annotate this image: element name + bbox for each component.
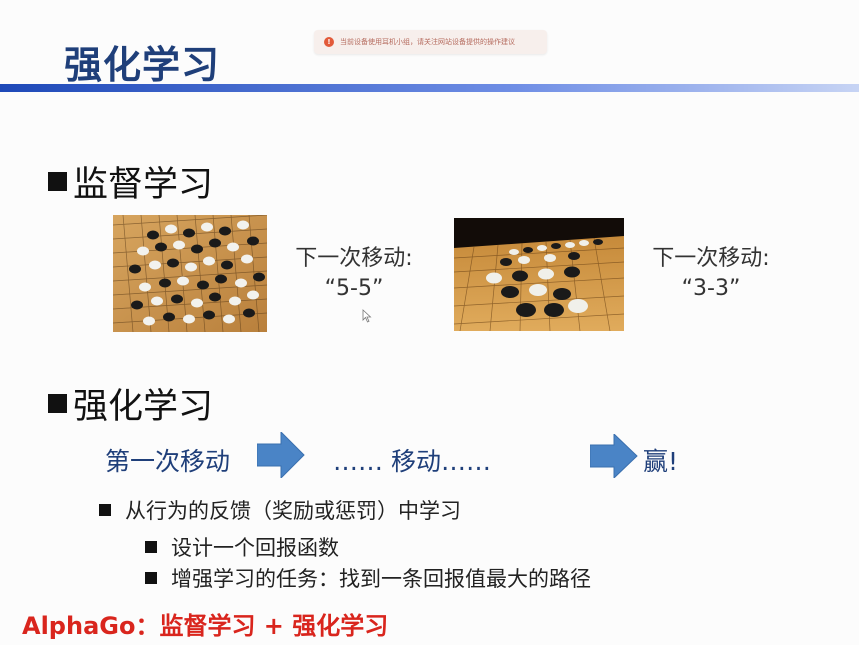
next-move-value: “5-5” — [324, 276, 384, 301]
bullet-max-reward-path: 增强学习的任务：找到一条回报值最大的路径 — [145, 563, 591, 593]
slide-title: 强化学习 — [64, 43, 221, 87]
next-move-label-1: 下一次移动: “5-5” — [288, 244, 420, 304]
bullet-reward-function: 设计一个回报函数 — [145, 532, 339, 562]
alphago-summary: AlphaGo：监督学习 + 强化学习 — [22, 612, 389, 640]
go-board-photo-1 — [113, 215, 267, 332]
mouse-cursor-icon — [362, 308, 372, 327]
flow-step-first-move: 第一次移动 — [105, 447, 231, 476]
flow-step-moves: …… 移动…… — [333, 447, 491, 476]
square-bullet-icon — [145, 572, 157, 584]
go-board-image — [454, 218, 624, 331]
section-heading-text: 监督学习 — [73, 165, 214, 205]
title-accent-bar — [0, 84, 859, 92]
next-move-caption: 下一次移动: — [652, 246, 770, 271]
section-heading-text: 强化学习 — [73, 387, 214, 427]
slide: 强化学习 ! 当前设备使用耳机小组，请关注网站设备提供的操作建议 监督学习 下一… — [0, 0, 859, 645]
square-bullet-icon — [99, 504, 111, 516]
bullet-text: 增强学习的任务：找到一条回报值最大的路径 — [171, 567, 591, 591]
next-move-caption: 下一次移动: — [295, 246, 413, 271]
notification-toast[interactable]: ! 当前设备使用耳机小组，请关注网站设备提供的操作建议 — [314, 30, 547, 54]
flow-step-win: 赢! — [643, 447, 679, 476]
next-move-label-2: 下一次移动: “3-3” — [645, 244, 777, 304]
right-arrow-icon — [257, 432, 305, 478]
bullet-text: 设计一个回报函数 — [171, 536, 339, 560]
square-bullet-icon — [48, 394, 67, 413]
bullet-feedback-learning: 从行为的反馈（奖励或惩罚）中学习 — [99, 495, 461, 525]
warning-icon: ! — [324, 37, 334, 47]
next-move-value: “3-3” — [681, 276, 741, 301]
square-bullet-icon — [48, 172, 67, 191]
toast-message: 当前设备使用耳机小组，请关注网站设备提供的操作建议 — [340, 38, 515, 46]
go-board-photo-2 — [454, 218, 624, 331]
go-board-image — [113, 215, 267, 332]
section-heading-reinforcement: 强化学习 — [48, 378, 213, 429]
right-arrow-icon — [590, 434, 638, 478]
section-heading-supervised: 监督学习 — [48, 156, 213, 207]
bullet-text: 从行为的反馈（奖励或惩罚）中学习 — [125, 499, 461, 523]
square-bullet-icon — [145, 541, 157, 553]
